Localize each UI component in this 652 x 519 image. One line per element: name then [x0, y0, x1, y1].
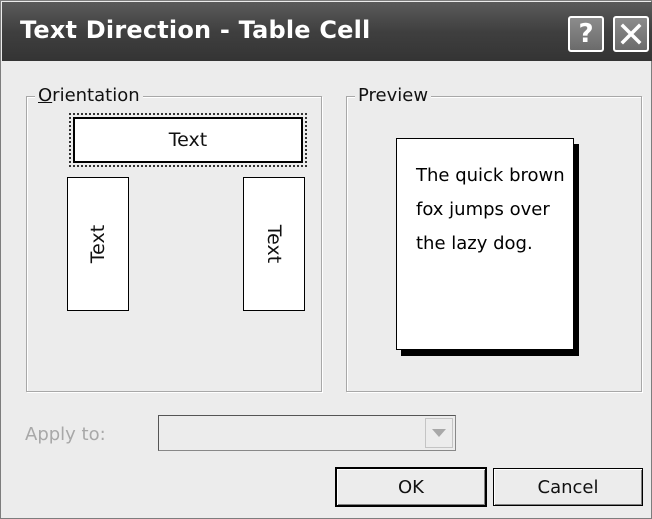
- title-bar[interactable]: Text Direction - Table Cell ?: [2, 2, 652, 61]
- cancel-button[interactable]: Cancel: [493, 468, 643, 506]
- text-direction-dialog: Text Direction - Table Cell ? Orientatio…: [0, 0, 652, 519]
- orientation-horizontal-option[interactable]: Text: [69, 113, 307, 167]
- orientation-mnemonic: O: [38, 85, 53, 106]
- preview-page: The quick brown fox jumps over the lazy …: [396, 138, 574, 350]
- preview-line: fox jumps over: [416, 199, 550, 220]
- orientation-legend: Orientation: [35, 85, 143, 106]
- apply-to-label: Apply to:: [25, 424, 106, 445]
- preview-line: The quick brown: [416, 165, 565, 186]
- apply-to-dropdown-button[interactable]: [425, 418, 453, 448]
- apply-to-select[interactable]: [158, 415, 456, 451]
- orientation-legend-rest: rientation: [52, 85, 140, 106]
- orientation-vertical-up-label: Text: [87, 224, 109, 264]
- orientation-horizontal-label: Text: [168, 129, 208, 151]
- close-button[interactable]: [613, 16, 649, 52]
- orientation-vertical-up-option[interactable]: Text: [67, 177, 129, 311]
- orientation-vertical-down-option[interactable]: Text: [243, 177, 305, 311]
- orientation-vertical-down-label: Text: [263, 224, 285, 264]
- window-title: Text Direction - Table Cell: [20, 16, 371, 44]
- preview-legend: Preview: [355, 85, 432, 106]
- ok-button[interactable]: OK: [335, 467, 487, 507]
- help-icon: ?: [578, 19, 594, 49]
- chevron-down-icon: [432, 429, 446, 437]
- help-button[interactable]: ?: [568, 16, 604, 52]
- preview-line: the lazy dog.: [416, 233, 533, 254]
- close-icon: [620, 23, 642, 45]
